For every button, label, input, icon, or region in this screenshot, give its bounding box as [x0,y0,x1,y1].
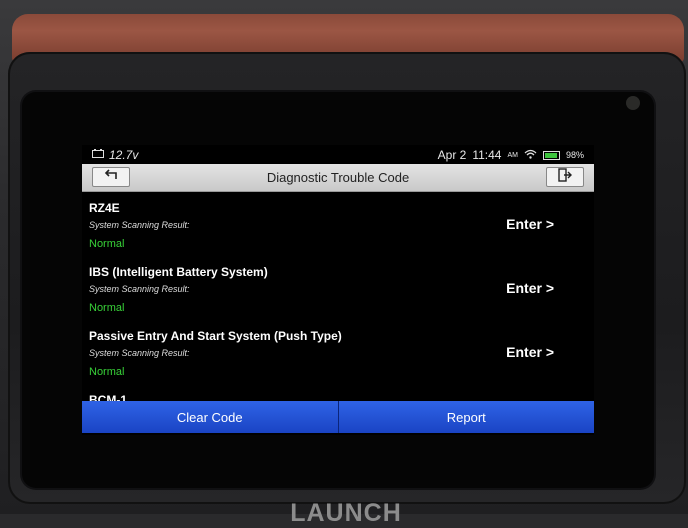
system-name: IBS (Intelligent Battery System) [89,265,268,279]
battery-percent: 98% [565,150,584,160]
report-button[interactable]: Report [337,401,594,433]
date: Apr 2 [437,148,467,162]
system-list: RZ4E System Scanning Result: Normal Ente… [82,193,594,385]
scan-result-status: Normal [89,366,125,378]
system-item[interactable]: RZ4E System Scanning Result: Normal Ente… [82,193,594,257]
time: 11:44 [472,148,502,162]
car-battery-icon [92,149,104,161]
status-bar: 12.7v Apr 2 11:44 AM 98% [82,145,594,163]
system-name: Passive Entry And Start System (Push Typ… [89,329,342,343]
scan-result-label: System Scanning Result: [89,220,190,230]
scan-result-label: System Scanning Result: [89,348,190,358]
system-name: RZ4E [89,201,120,215]
wifi-icon [524,149,537,162]
back-arrow-icon [103,168,119,186]
battery-icon [542,150,560,160]
status-left: 12.7v [92,148,138,162]
exit-button[interactable] [546,167,584,187]
scan-result-status: Normal [89,302,125,314]
ampm: AM [507,151,518,159]
enter-button[interactable]: Enter > [506,344,554,360]
system-item[interactable]: IBS (Intelligent Battery System) System … [82,257,594,321]
bottom-action-bar: Clear Code Report [82,401,594,433]
page-title: Diagnostic Trouble Code [266,170,410,185]
scan-result-label: System Scanning Result: [89,284,190,294]
back-button[interactable] [92,167,130,187]
enter-button[interactable]: Enter > [506,280,554,296]
screen: 12.7v Apr 2 11:44 AM 98% Diagnostic Trou… [82,145,594,435]
title-bar: Diagnostic Trouble Code [82,164,594,192]
enter-button[interactable]: Enter > [506,216,554,232]
camera [626,96,640,110]
voltage-readout: 12.7v [109,148,139,162]
status-right: Apr 2 11:44 AM 98% [438,148,584,162]
system-item[interactable]: Passive Entry And Start System (Push Typ… [82,321,594,385]
exit-icon [558,167,572,187]
clear-code-button[interactable]: Clear Code [82,401,338,433]
scan-result-status: Normal [89,238,125,250]
